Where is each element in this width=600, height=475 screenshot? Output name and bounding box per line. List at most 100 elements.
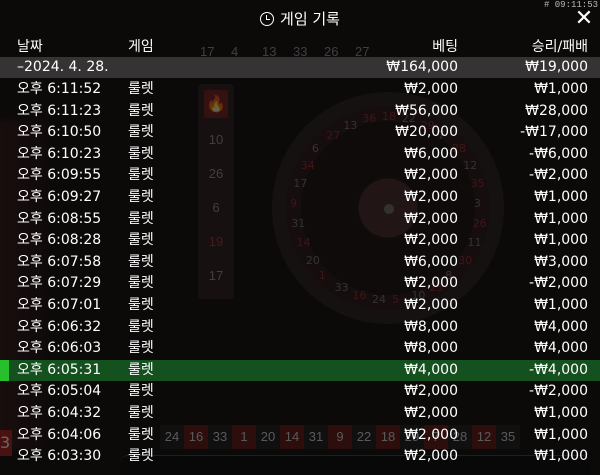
row-bet: ₩6,000 (404, 253, 458, 270)
row-time: 오후 6:08:55 (17, 210, 102, 227)
history-row[interactable]: 오후 6:07:01 룰렛 ₩2,000 ₩1,000 (0, 295, 600, 317)
row-bet: ₩2,000 (404, 167, 458, 184)
row-bet: ₩2,000 (404, 210, 458, 227)
row-time: 오후 6:07:01 (17, 296, 102, 313)
history-row[interactable]: 오후 6:11:52 룰렛 ₩2,000 ₩1,000 (0, 79, 600, 101)
panel-title-text: 게임 기록 (280, 10, 340, 28)
game-history-panel: # 09:11:53 게임 기록 ✕ 날짜 게임 베팅 승리/패배 –2024.… (0, 0, 600, 475)
row-bet: ₩56,000 (395, 102, 458, 119)
row-bet: ₩2,000 (404, 81, 458, 97)
history-row[interactable]: 오후 6:08:28 룰렛 ₩2,000 ₩1,000 (0, 230, 600, 252)
row-winloss: ₩1,000 (534, 426, 588, 443)
row-bet: ₩20,000 (395, 124, 458, 141)
history-row[interactable]: 오후 6:10:50 룰렛 ₩20,000 -₩17,000 (0, 122, 600, 144)
history-clock-icon (260, 12, 275, 26)
row-time: 오후 6:05:31 (17, 361, 102, 378)
history-row[interactable]: 오후 6:04:06 룰렛 ₩2,000 ₩1,000 (0, 425, 600, 447)
row-winloss: ₩4,000 (534, 340, 588, 357)
row-winloss: ₩1,000 (534, 188, 588, 205)
row-bet: ₩2,000 (404, 383, 458, 400)
row-game: 룰렛 (128, 361, 154, 378)
history-row[interactable]: 오후 6:07:29 룰렛 ₩2,000 -₩2,000 (0, 273, 600, 295)
history-row[interactable]: 오후 6:04:32 룰렛 ₩2,000 ₩1,000 (0, 403, 600, 425)
history-row[interactable]: 오후 6:08:55 룰렛 ₩2,000 ₩1,000 (0, 209, 600, 231)
history-row[interactable]: 오후 6:09:55 룰렛 ₩2,000 -₩2,000 (0, 165, 600, 187)
summary-date: –2024. 4. 28. (17, 59, 109, 75)
row-bet: ₩8,000 (404, 340, 458, 357)
row-game: 룰렛 (128, 81, 154, 97)
row-bet: ₩2,000 (404, 448, 458, 465)
history-row[interactable]: 오후 6:03:30 룰렛 ₩2,000 ₩1,000 (0, 446, 600, 468)
row-game: 룰렛 (128, 340, 154, 357)
row-bet: ₩8,000 (404, 318, 458, 335)
history-row[interactable]: 오후 6:10:23 룰렛 ₩6,000 -₩6,000 (0, 144, 600, 166)
row-winloss: -₩6,000 (529, 145, 588, 162)
row-time: 오후 6:06:03 (17, 340, 102, 357)
row-winloss: -₩2,000 (529, 167, 588, 184)
row-bet: ₩2,000 (404, 426, 458, 443)
row-winloss: ₩4,000 (534, 318, 588, 335)
row-winloss: ₩1,000 (534, 81, 588, 97)
summary-bet: ₩164,000 (386, 59, 458, 75)
row-winloss: ₩1,000 (534, 232, 588, 249)
row-time: 오후 6:07:58 (17, 253, 102, 270)
row-time: 오후 6:04:32 (17, 404, 102, 421)
history-row[interactable]: 오후 6:05:04 룰렛 ₩2,000 -₩2,000 (0, 381, 600, 403)
history-row[interactable]: 오후 6:07:58 룰렛 ₩6,000 ₩3,000 (0, 252, 600, 274)
row-game: 룰렛 (128, 383, 154, 400)
row-game: 룰렛 (128, 448, 154, 465)
row-winloss: ₩1,000 (534, 448, 588, 465)
row-game: 룰렛 (128, 145, 154, 162)
history-row[interactable]: 오후 6:06:03 룰렛 ₩8,000 ₩4,000 (0, 338, 600, 360)
row-game: 룰렛 (128, 210, 154, 227)
row-time: 오후 6:10:50 (17, 124, 102, 141)
row-time: 오후 6:09:27 (17, 188, 102, 205)
row-winloss: -₩4,000 (529, 361, 588, 378)
history-row[interactable]: 오후 6:11:23 룰렛 ₩56,000 ₩28,000 (0, 101, 600, 123)
row-winloss: -₩2,000 (529, 275, 588, 292)
row-game: 룰렛 (128, 318, 154, 335)
row-game: 룰렛 (128, 232, 154, 249)
history-row[interactable]: 오후 6:05:31 룰렛 ₩4,000 -₩4,000 (0, 359, 600, 382)
date-summary-row[interactable]: –2024. 4. 28. ₩164,000 ₩19,000 (0, 57, 600, 78)
history-row[interactable]: 오후 6:09:27 룰렛 ₩2,000 ₩1,000 (0, 187, 600, 209)
row-winloss: ₩1,000 (534, 296, 588, 313)
row-time: 오후 6:10:23 (17, 145, 102, 162)
row-winloss: ₩28,000 (525, 102, 588, 119)
row-game: 룰렛 (128, 296, 154, 313)
row-bet: ₩2,000 (404, 404, 458, 421)
row-game: 룰렛 (128, 404, 154, 421)
row-time: 오후 6:08:28 (17, 232, 102, 249)
summary-winloss: ₩19,000 (525, 59, 588, 75)
row-time: 오후 6:04:06 (17, 426, 102, 443)
row-game: 룰렛 (128, 275, 154, 292)
row-winloss: -₩17,000 (520, 124, 588, 141)
row-bet: ₩2,000 (404, 188, 458, 205)
row-bet: ₩4,000 (404, 361, 458, 378)
row-game: 룰렛 (128, 426, 154, 443)
row-time: 오후 6:11:23 (17, 102, 102, 119)
row-time: 오후 6:03:30 (17, 448, 102, 465)
row-bet: ₩2,000 (404, 296, 458, 313)
table-header: 날짜 게임 베팅 승리/패배 (0, 36, 600, 56)
panel-title: 게임 기록 (0, 8, 600, 30)
column-header-bet: 베팅 (432, 39, 458, 55)
row-winloss: ₩1,000 (534, 404, 588, 421)
row-game: 룰렛 (128, 188, 154, 205)
row-bet: ₩2,000 (404, 275, 458, 292)
column-header-game: 게임 (128, 39, 154, 55)
close-icon[interactable]: ✕ (574, 8, 594, 30)
row-time: 오후 6:05:04 (17, 383, 102, 400)
panel-header: 게임 기록 ✕ (0, 8, 600, 30)
row-winloss: ₩3,000 (534, 253, 588, 270)
row-time: 오후 6:07:29 (17, 275, 102, 292)
row-bet: ₩6,000 (404, 145, 458, 162)
row-game: 룰렛 (128, 253, 154, 270)
row-winloss: ₩1,000 (534, 210, 588, 227)
column-header-winloss: 승리/패배 (531, 39, 588, 55)
row-game: 룰렛 (128, 124, 154, 141)
history-list: 오후 6:11:52 룰렛 ₩2,000 ₩1,000 오후 6:11:23 룰렛 ₩56,… (0, 79, 600, 468)
history-row[interactable]: 오후 6:06:32 룰렛 ₩8,000 ₩4,000 (0, 317, 600, 339)
row-bet: ₩2,000 (404, 232, 458, 249)
row-game: 룰렛 (128, 102, 154, 119)
